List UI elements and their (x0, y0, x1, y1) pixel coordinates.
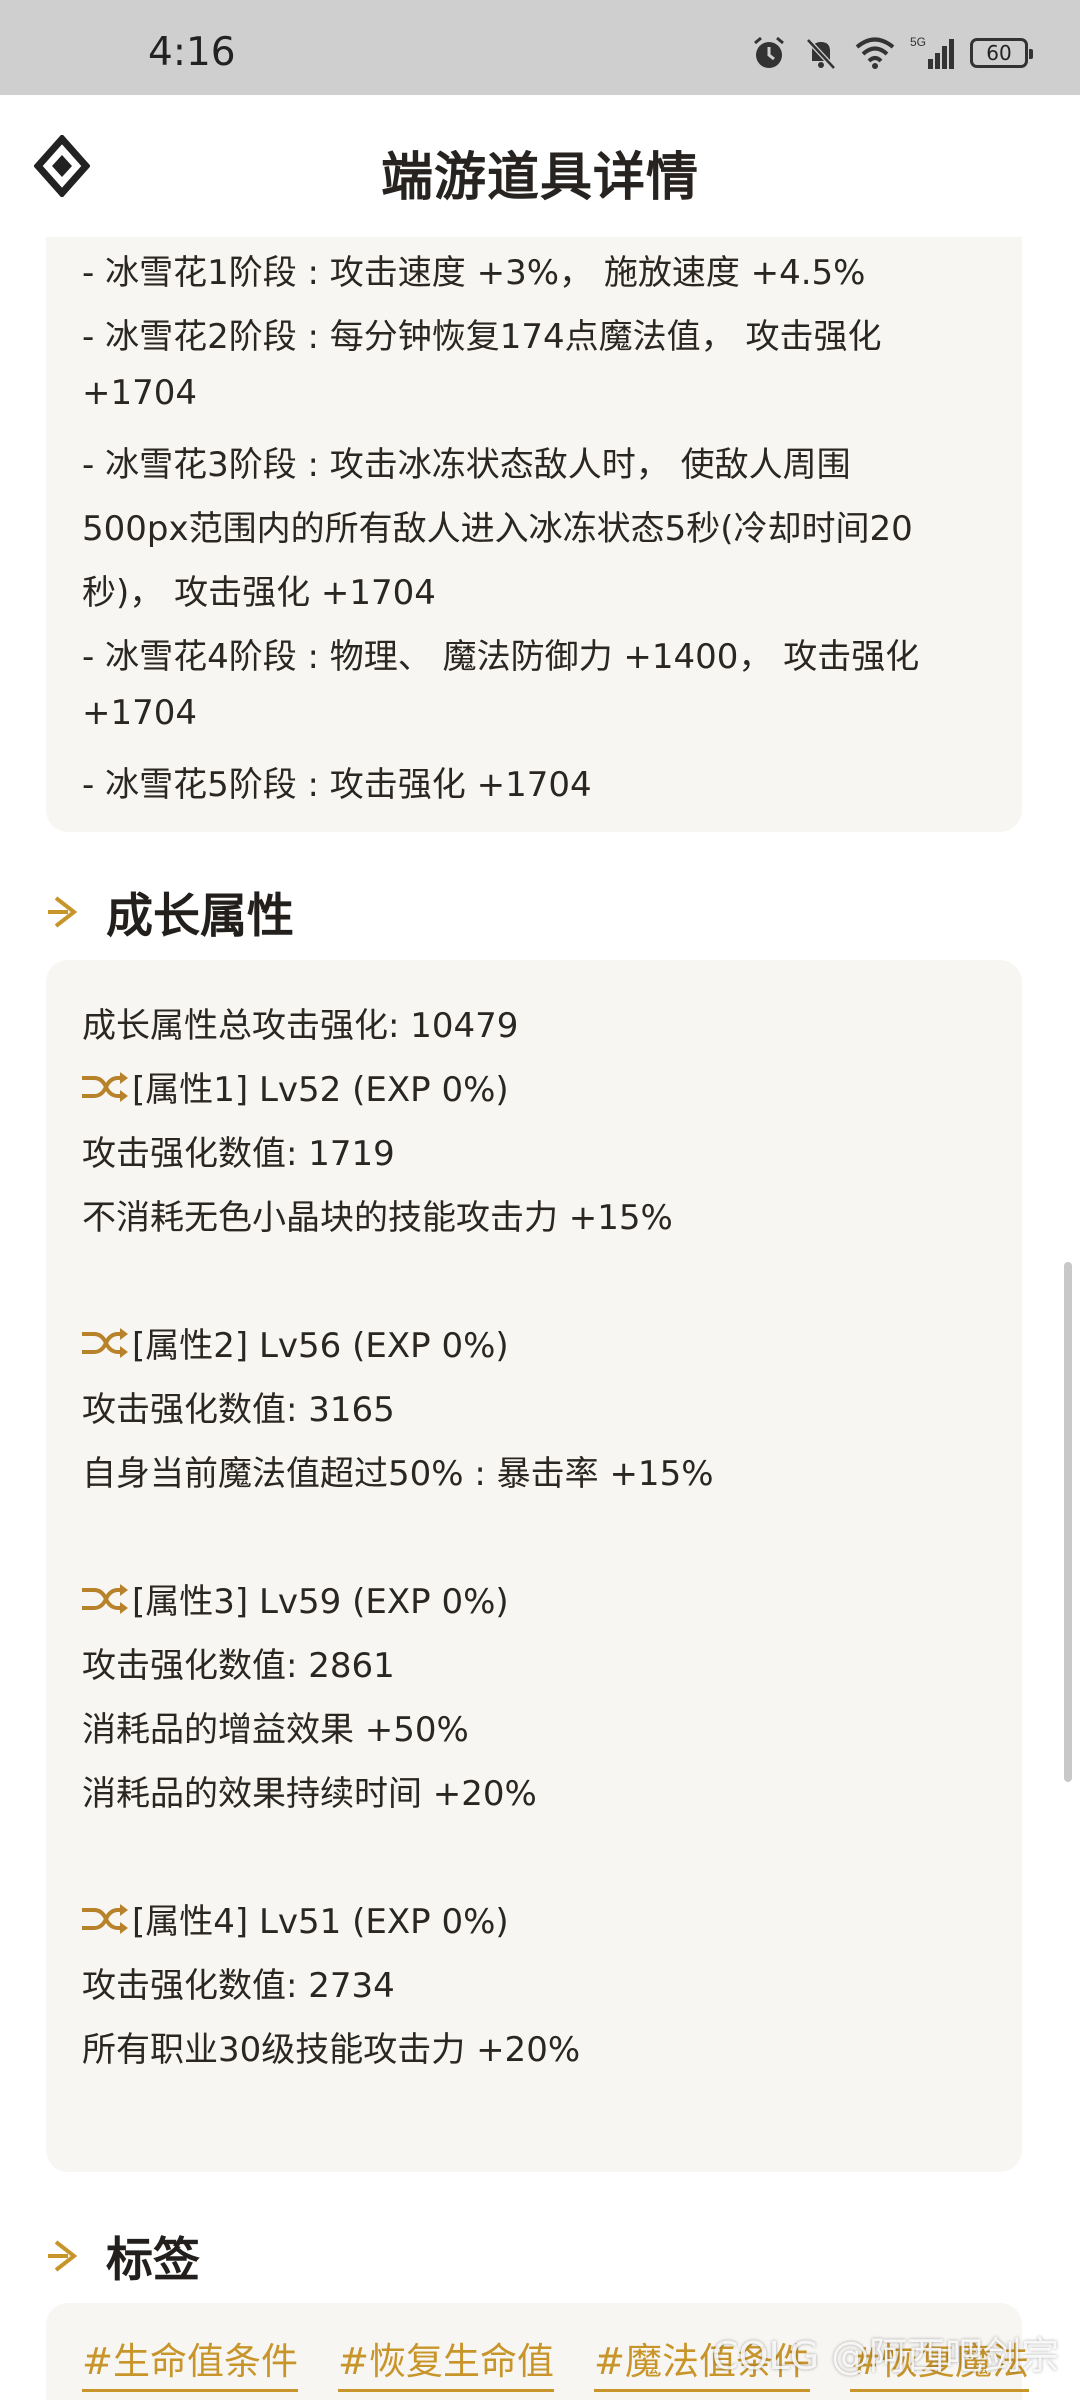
arrow-right-icon (48, 895, 78, 928)
effect-line: 500px范围内的所有敌人进入冰冻状态5秒(冷却时间20 (82, 509, 913, 549)
attribute-effect: 消耗品的增益效果 +50% (82, 1710, 469, 1750)
attribute-value: 攻击强化数值: 2861 (82, 1646, 395, 1686)
shuffle-icon (82, 1903, 128, 1934)
status-icons: 5G 60 (750, 34, 1033, 72)
effect-line: - 冰雪花5阶段 : 攻击强化 +1704 (82, 765, 592, 805)
attribute-value: 攻击强化数值: 3165 (82, 1390, 395, 1430)
effect-line: - 冰雪花3阶段 : 攻击冰冻状态敌人时， 使敌人周围 (82, 445, 851, 485)
status-bar: 4:16 5G 60 (0, 0, 1080, 95)
shuffle-icon (82, 1327, 128, 1358)
page-title: 端游道具详情 (380, 148, 699, 208)
wifi-icon (855, 37, 895, 69)
alarm-icon (754, 36, 784, 68)
scrollbar[interactable] (1064, 1262, 1072, 1782)
battery-level: 60 (986, 41, 1012, 65)
app-bar: 端游道具详情 (0, 95, 1080, 237)
attribute-effect: 自身当前魔法值超过50% : 暴击率 +15% (82, 1454, 714, 1494)
attribute-value: 攻击强化数值: 1719 (82, 1134, 395, 1174)
tag-link[interactable]: #生命值条件 (82, 2331, 299, 2392)
detail-content[interactable]: - 冰雪花1阶段 : 攻击速度 +3%， 施放速度 +4.5% - 冰雪花2阶段… (0, 237, 1080, 2400)
tags-section-title: 标签 (106, 2233, 200, 2288)
network-type-label: 5G (910, 35, 926, 49)
battery-icon: 60 (970, 38, 1033, 68)
attribute-header-1: [属性1] Lv52 (EXP 0%) (80, 1062, 509, 1111)
watermark: COLG @阿西吧剑宗 (712, 2334, 1060, 2378)
cellular-signal-icon: 5G (910, 35, 954, 69)
arrow-right-icon (48, 2239, 78, 2272)
effect-line: +1704 (82, 693, 198, 733)
attribute-header-text: [属性2] Lv56 (EXP 0%) (132, 1326, 509, 1366)
effects-card: - 冰雪花1阶段 : 攻击速度 +3%， 施放速度 +4.5% - 冰雪花2阶段… (46, 237, 1022, 832)
attribute-header-text: [属性4] Lv51 (EXP 0%) (132, 1902, 509, 1942)
attribute-header-2: [属性2] Lv56 (EXP 0%) (80, 1318, 509, 1367)
status-time: 4:16 (148, 30, 236, 75)
shuffle-icon (82, 1071, 128, 1102)
growth-section-header: 成长属性 (46, 877, 294, 946)
attribute-header-text: [属性3] Lv59 (EXP 0%) (132, 1582, 509, 1622)
attribute-header-4: [属性4] Lv51 (EXP 0%) (80, 1894, 509, 1943)
effect-line: - 冰雪花4阶段 : 物理、 魔法防御力 +1400， 攻击强化 (82, 637, 920, 677)
mute-bell-icon (806, 38, 836, 70)
effect-line: 秒)， 攻击强化 +1704 (82, 573, 436, 613)
effect-line: +1704 (82, 373, 198, 413)
tags-section-header: 标签 (46, 2221, 200, 2290)
attribute-effect: 所有职业30级技能攻击力 +20% (82, 2030, 581, 2070)
tag-link[interactable]: #恢复生命值 (338, 2331, 555, 2392)
growth-card: 成长属性总攻击强化: 10479 [属性1] Lv52 (EXP 0%) 攻击强… (46, 960, 1022, 2172)
attribute-header-text: [属性1] Lv52 (EXP 0%) (132, 1070, 509, 1110)
effect-line: - 冰雪花1阶段 : 攻击速度 +3%， 施放速度 +4.5% (82, 253, 866, 293)
attribute-value: 攻击强化数值: 2734 (82, 1966, 395, 2006)
growth-section-title: 成长属性 (106, 889, 294, 944)
attribute-header-3: [属性3] Lv59 (EXP 0%) (80, 1574, 509, 1623)
shuffle-icon (82, 1583, 128, 1614)
attribute-effect: 不消耗无色小晶块的技能攻击力 +15% (82, 1198, 673, 1238)
attribute-effect: 消耗品的效果持续时间 +20% (82, 1774, 537, 1814)
growth-total: 成长属性总攻击强化: 10479 (82, 1006, 519, 1046)
effect-line: - 冰雪花2阶段 : 每分钟恢复174点魔法值， 攻击强化 (82, 317, 882, 357)
